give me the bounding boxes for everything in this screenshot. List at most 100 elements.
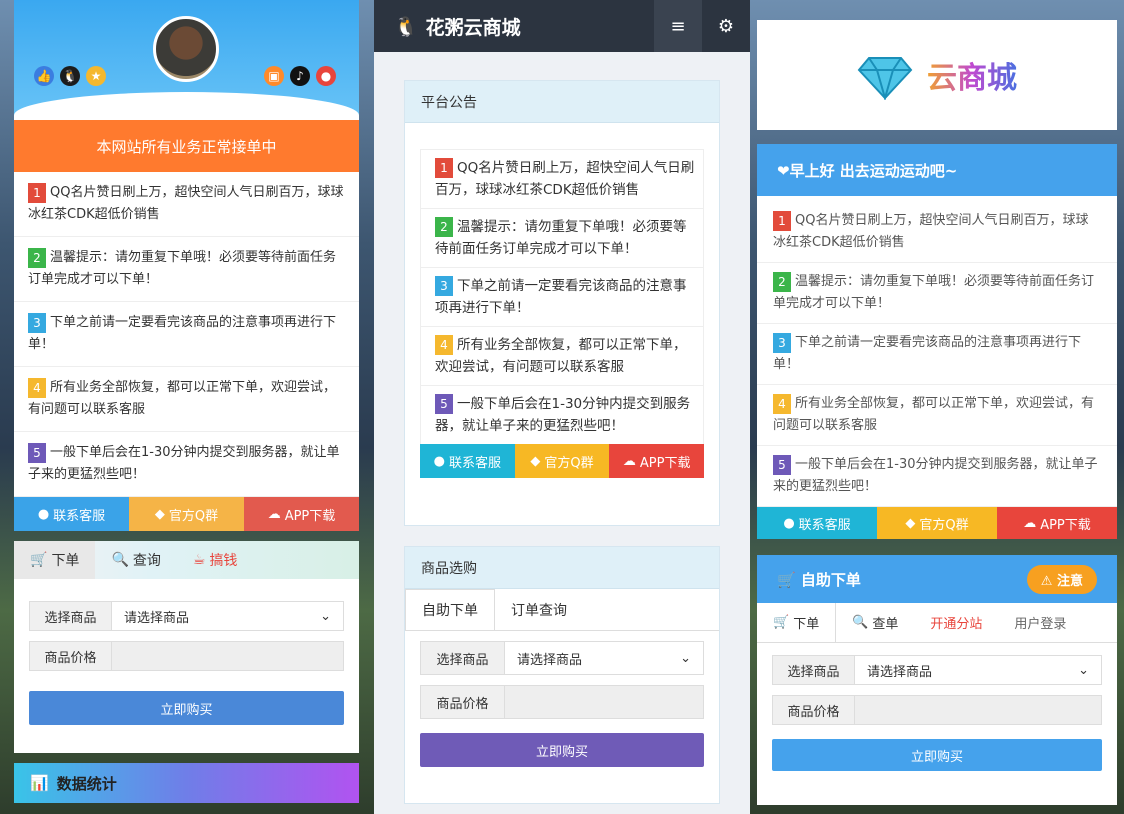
list-item: 5 一般下单后会在1-30分钟内提交到服务器，就让单子来的更猛烈些吧！	[420, 385, 704, 444]
price-label: 商品价格	[30, 642, 112, 670]
list-item: 5 一般下单后会在1-30分钟内提交到服务器，就让单子来的更猛烈些吧！	[14, 432, 359, 497]
price-row: 商品价格	[29, 641, 344, 671]
button-label: APP下载	[639, 455, 691, 471]
app-download-button[interactable]: ☁ APP下载	[609, 444, 705, 478]
contact-service-button[interactable]: ● 联系客服	[420, 444, 515, 478]
button-label: 注意	[1056, 573, 1083, 589]
app-download-button[interactable]: ☁ APP下载	[244, 497, 359, 531]
notice-text: 所有业务全部恢复，都可以正常下单，欢迎尝试，有问题可以联系客服	[435, 337, 687, 375]
stats-title: 数据统计	[56, 774, 117, 793]
notice-number: 5	[773, 454, 791, 475]
diamond-icon	[857, 57, 913, 100]
notice-list: 1 QQ名片赞日刷上万，超快空间人气日刷百万，球球冰红茶CDK超低价销售 2 温馨提…	[405, 123, 719, 444]
product-select-row: 选择商品 请选择商品 ⌄	[420, 641, 704, 675]
announcement-card: 平台公告 1 QQ名片赞日刷上万，超快空间人气日刷百万，球球冰红茶CDK超低价销售…	[404, 80, 720, 526]
profile-header: 👍 🐧 ★ ▣ ♪ ●	[14, 0, 359, 120]
notice-number: 4	[773, 393, 791, 414]
order-tabs: 🛒 下单 🔍 查单 开通分站 用户登录	[757, 603, 1117, 643]
contact-buttons: ● 联系客服 ◆ 官方Q群 ☁ APP下载	[420, 444, 705, 478]
tab-query[interactable]: 🔍 查单	[836, 603, 914, 642]
product-select[interactable]: 请选择商品 ⌄	[112, 602, 343, 630]
product-label: 选择商品	[421, 642, 505, 674]
search-icon: 🔍	[852, 615, 869, 630]
notice-number: 3	[773, 332, 791, 353]
chat-icon[interactable]: ●	[316, 66, 336, 86]
app-icon[interactable]: ▣	[264, 66, 284, 86]
tab-self-order[interactable]: 自助下单	[405, 589, 495, 630]
card-title-wrap: 🛒 自助下单	[777, 569, 861, 590]
list-item: 4 所有业务全部恢复，都可以正常下单，欢迎尝试，有问题可以联系客服	[14, 367, 359, 432]
button-label: 官方Q群	[168, 508, 219, 524]
qq-group-button[interactable]: ◆ 官方Q群	[877, 507, 997, 539]
price-field	[855, 696, 1101, 724]
self-order-header: 🛒 自助下单 ⚠ 注意	[757, 555, 1117, 603]
tab-substation[interactable]: 开通分站	[914, 603, 998, 642]
notice-text: QQ名片赞日刷上万，超快空间人气日刷百万，球球冰红茶CDK超低价销售	[435, 160, 695, 198]
contact-service-button[interactable]: ● 联系客服	[14, 497, 129, 531]
cart-icon: 🛒	[777, 570, 801, 589]
tab-label: 下单	[793, 617, 820, 632]
qq-icon[interactable]: 🐧	[60, 66, 80, 86]
buy-button[interactable]: 立即购买	[420, 733, 704, 767]
notice-number: 3	[28, 312, 46, 333]
warning-icon: ⚠	[1040, 573, 1057, 589]
notice-number: 4	[435, 335, 453, 355]
self-order-card: 🛒 自助下单 ⚠ 注意 🛒 下单 🔍 查单 开通分站 用户登录 选择商品 请选择商品…	[757, 555, 1117, 805]
notice-number: 2	[28, 247, 46, 268]
qq-icon: 🐧	[394, 15, 418, 38]
tab-login[interactable]: 用户登录	[998, 603, 1082, 642]
notice-text: QQ名片赞日刷上万，超快空间人气日刷百万，球球冰红茶CDK超低价销售	[773, 213, 1089, 250]
right-icon-group: ▣ ♪ ●	[264, 66, 336, 86]
notice-text: 一般下单后会在1-30分钟内提交到服务器，就让单子来的更猛烈些吧！	[773, 457, 1098, 494]
tab-earn[interactable]: ☕ 搞钱	[177, 541, 254, 579]
qq-group-button[interactable]: ◆ 官方Q群	[129, 497, 244, 531]
gear-icon[interactable]: ⚙	[702, 0, 750, 52]
list-item: 4 所有业务全部恢复，都可以正常下单，欢迎尝试，有问题可以联系客服	[420, 326, 704, 385]
menu-icon[interactable]: ≡	[654, 0, 702, 52]
product-select[interactable]: 请选择商品 ⌄	[505, 642, 703, 674]
button-label: 官方Q群	[544, 455, 594, 471]
tiktok-icon[interactable]: ♪	[290, 66, 310, 86]
button-label: 联系客服	[53, 508, 106, 524]
product-select[interactable]: 请选择商品 ⌄	[855, 656, 1101, 684]
notice-button[interactable]: ⚠ 注意	[1026, 564, 1097, 594]
notice-number: 2	[773, 271, 791, 292]
product-label: 选择商品	[30, 602, 112, 630]
top-navbar: 🐧 花粥云商城 ≡ ⚙	[374, 0, 750, 52]
button-label: 联系客服	[449, 455, 502, 471]
card-title: 平台公告	[405, 81, 719, 123]
app-download-button[interactable]: ☁ APP下载	[997, 507, 1117, 539]
star-icon[interactable]: ★	[86, 66, 106, 86]
notice-number: 2	[435, 217, 453, 237]
notice-number: 1	[28, 182, 46, 203]
user-icon: ●	[783, 515, 795, 531]
tab-label: 查询	[132, 553, 161, 569]
order-panel: 🛒 下单 🔍 查询 ☕ 搞钱 选择商品 请选择商品 ⌄ 商品价格 立即购买	[14, 541, 359, 753]
tab-query[interactable]: 🔍 查询	[95, 541, 176, 579]
notice-text: 温馨提示：请勿重复下单哦！必须要等待前面任务订单完成才可以下单！	[435, 219, 687, 257]
contact-service-button[interactable]: ● 联系客服	[757, 507, 877, 539]
thumbs-up-icon[interactable]: 👍	[34, 66, 54, 86]
button-label: 联系客服	[798, 517, 851, 533]
price-label: 商品价格	[421, 686, 505, 718]
tab-order[interactable]: 🛒 下单	[14, 541, 96, 579]
brand[interactable]: 🐧 花粥云商城	[374, 13, 654, 40]
list-item: 1 QQ名片赞日刷上万，超快空间人气日刷百万，球球冰红茶CDK超低价销售	[14, 172, 359, 237]
qq-group-button[interactable]: ◆ 官方Q群	[514, 444, 610, 478]
list-item: 5 一般下单后会在1-30分钟内提交到服务器，就让单子来的更猛烈些吧！	[757, 446, 1117, 507]
bar-chart-icon: 📊	[30, 774, 49, 792]
buy-button[interactable]: 立即购买	[772, 739, 1102, 771]
buy-button[interactable]: 立即购买	[29, 691, 344, 725]
list-item: 3 下单之前请一定要看完该商品的注意事项再进行下单！	[757, 324, 1117, 385]
shop-tabs: 自助下单 订单查询	[405, 589, 719, 631]
tab-order-query[interactable]: 订单查询	[495, 589, 583, 630]
site-logo[interactable]: 云商城	[757, 20, 1117, 130]
tab-label: 搞钱	[209, 553, 238, 569]
tab-order[interactable]: 🛒 下单	[757, 603, 837, 642]
price-label: 商品价格	[773, 696, 855, 724]
notice-text: 一般下单后会在1-30分钟内提交到服务器，就让单子来的更猛烈些吧！	[28, 445, 340, 482]
notice-text: 一般下单后会在1-30分钟内提交到服务器，就让单子来的更猛烈些吧！	[435, 396, 691, 434]
list-item: 2 温馨提示：请勿重复下单哦！必须要等待前面任务订单完成才可以下单！	[14, 237, 359, 302]
cloud-download-icon: ☁	[267, 506, 281, 522]
product-select-row: 选择商品 请选择商品 ⌄	[29, 601, 344, 631]
